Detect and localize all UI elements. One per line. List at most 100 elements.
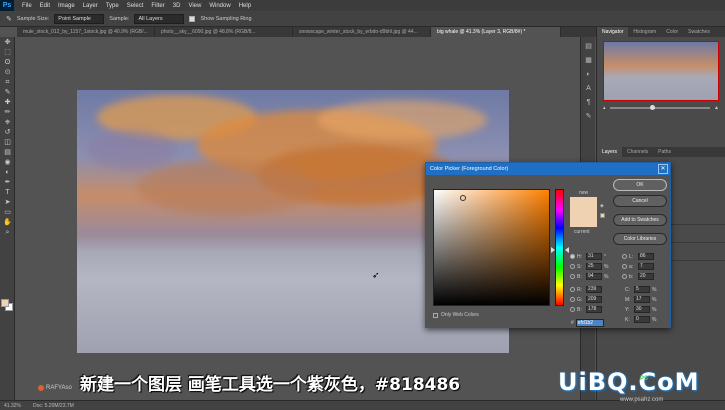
- color-field-input[interactable]: 94: [586, 273, 602, 280]
- menu-image[interactable]: Image: [54, 3, 79, 9]
- color-field-label: b:: [629, 273, 634, 280]
- eraser-icon[interactable]: ◫: [2, 138, 13, 147]
- color-mode-radio[interactable]: [570, 264, 575, 269]
- color-mode-radio[interactable]: [570, 287, 575, 292]
- panel-tab-swatches[interactable]: Swatches: [683, 27, 715, 37]
- stamp-icon[interactable]: ⎈: [2, 118, 13, 127]
- sample-select[interactable]: All Layers: [134, 13, 185, 24]
- color-mode-radio[interactable]: [570, 307, 575, 312]
- show-ring-checkbox[interactable]: [189, 15, 196, 22]
- color-field-label: K:: [625, 316, 630, 323]
- color-field-input[interactable]: 209: [586, 296, 602, 303]
- adjustments-icon[interactable]: ◐: [584, 70, 593, 79]
- zoom-slider[interactable]: [609, 105, 711, 110]
- menu-view[interactable]: View: [184, 3, 205, 9]
- pen-icon[interactable]: ✒: [2, 178, 13, 187]
- history-brush-icon[interactable]: ↺: [2, 128, 13, 137]
- menu-filter[interactable]: Filter: [147, 3, 168, 9]
- crop-icon[interactable]: ⌗: [2, 78, 13, 87]
- menu-file[interactable]: File: [18, 3, 36, 9]
- color-field-input[interactable]: 30: [634, 306, 650, 313]
- hex-input[interactable]: efd1b2: [575, 319, 604, 327]
- panel-tab-layers[interactable]: Layers: [597, 147, 623, 157]
- panel-tab-navigator[interactable]: Navigator: [597, 27, 629, 37]
- path-select-icon[interactable]: ➤: [2, 198, 13, 207]
- marquee-icon[interactable]: ⬚: [2, 48, 13, 57]
- type-icon[interactable]: T: [2, 188, 13, 197]
- color-field-input[interactable]: 7: [638, 263, 654, 270]
- quick-select-icon[interactable]: ⊙: [2, 68, 13, 77]
- color-field-input[interactable]: 178: [586, 306, 602, 313]
- move-icon[interactable]: ✥: [2, 38, 13, 47]
- document-tabs: mule_stock_012_by_1157_1stock.jpg @ 40.9…: [17, 27, 597, 37]
- zoom-in-icon[interactable]: ▲: [714, 105, 719, 111]
- cloud: [137, 160, 317, 215]
- color-libraries-button[interactable]: Color Libraries: [613, 233, 667, 245]
- close-icon[interactable]: ✕: [658, 164, 668, 174]
- menu-type[interactable]: Type: [102, 3, 123, 9]
- menu-help[interactable]: Help: [235, 3, 255, 9]
- color-field-input[interactable]: 20: [638, 273, 654, 280]
- color-mode-radio[interactable]: [570, 274, 575, 279]
- menu-3d[interactable]: 3D: [169, 3, 185, 9]
- color-mode-radio[interactable]: [622, 274, 627, 279]
- history-icon[interactable]: ▤: [584, 42, 593, 51]
- color-field-input[interactable]: 0: [634, 316, 650, 323]
- color-field-input[interactable]: 31: [586, 253, 602, 260]
- dodge-icon[interactable]: ◐: [2, 168, 13, 177]
- current-color-preview[interactable]: [570, 212, 597, 227]
- character-icon[interactable]: A: [584, 84, 593, 93]
- panel-tab-paths[interactable]: Paths: [653, 147, 676, 157]
- gamut-warning-icon[interactable]: [600, 213, 605, 218]
- blur-icon[interactable]: ◉: [2, 158, 13, 167]
- properties-icon[interactable]: ▦: [584, 56, 593, 65]
- hand-icon[interactable]: ✋: [2, 218, 13, 227]
- color-field-input[interactable]: 239: [586, 286, 602, 293]
- color-mode-radio[interactable]: [622, 264, 627, 269]
- hue-slider-right-arrow[interactable]: [565, 247, 569, 253]
- paragraph-icon[interactable]: ¶: [584, 98, 593, 107]
- zoom-level[interactable]: 41.32%: [4, 403, 21, 409]
- eyedropper-icon[interactable]: ✎: [2, 88, 13, 97]
- hue-slider[interactable]: [555, 189, 564, 306]
- color-mode-radio[interactable]: [570, 254, 575, 259]
- color-cursor[interactable]: [460, 195, 466, 201]
- lasso-icon[interactable]: ʘ: [2, 58, 13, 67]
- color-field-input[interactable]: 5: [634, 286, 650, 293]
- zoom-icon[interactable]: ⌕: [2, 228, 13, 237]
- foreground-color-swatch[interactable]: [1, 299, 9, 307]
- document-tab[interactable]: mule_stock_012_by_1157_1stock.jpg @ 40.9…: [17, 27, 155, 37]
- ok-button[interactable]: OK: [613, 179, 667, 191]
- only-web-colors-checkbox[interactable]: [433, 312, 438, 318]
- shape-icon[interactable]: ▭: [2, 208, 13, 217]
- zoom-slider-knob[interactable]: [649, 105, 655, 110]
- saturation-brightness-field[interactable]: [433, 189, 550, 306]
- color-field-input[interactable]: 25: [586, 263, 602, 270]
- panel-tab-histogram[interactable]: Histogram: [628, 27, 661, 37]
- web-safe-icon[interactable]: ◈: [600, 203, 605, 209]
- eyedropper-icon[interactable]: ✎: [6, 15, 12, 23]
- menu-bar: Ps File Edit Image Layer Type Select Filter 3D V…: [0, 0, 725, 11]
- panel-tab-color[interactable]: Color: [661, 27, 683, 37]
- menu-edit[interactable]: Edit: [36, 3, 54, 9]
- menu-select[interactable]: Select: [123, 3, 148, 9]
- brush-panel-icon[interactable]: ✎: [584, 112, 593, 121]
- color-mode-radio[interactable]: [622, 254, 627, 259]
- sample-size-select[interactable]: Point Sample: [54, 13, 105, 24]
- brush-icon[interactable]: ✏: [2, 108, 13, 117]
- zoom-out-icon[interactable]: ▴: [603, 105, 606, 111]
- cancel-button[interactable]: Cancel: [613, 195, 667, 207]
- document-tab[interactable]: big whale @ 41.3% (Layer 3, RGB/8#) *: [431, 27, 561, 37]
- color-field-input[interactable]: 17: [634, 296, 650, 303]
- document-tab[interactable]: photo__sky__6090.jpg @ 48.8% (RGB/8...: [155, 27, 293, 37]
- navigator-thumbnail[interactable]: [603, 41, 719, 101]
- document-tab[interactable]: snowscape_winter_stock_by_erbdo-d9bhl.jp…: [293, 27, 431, 37]
- add-to-swatches-button[interactable]: Add to Swatches: [613, 214, 667, 226]
- gradient-icon[interactable]: ▤: [2, 148, 13, 157]
- panel-tab-channels[interactable]: Channels: [622, 147, 653, 157]
- healing-icon[interactable]: ✚: [2, 98, 13, 107]
- color-field-input[interactable]: 86: [638, 253, 654, 260]
- menu-layer[interactable]: Layer: [79, 3, 102, 9]
- color-mode-radio[interactable]: [570, 297, 575, 302]
- menu-window[interactable]: Window: [205, 3, 234, 9]
